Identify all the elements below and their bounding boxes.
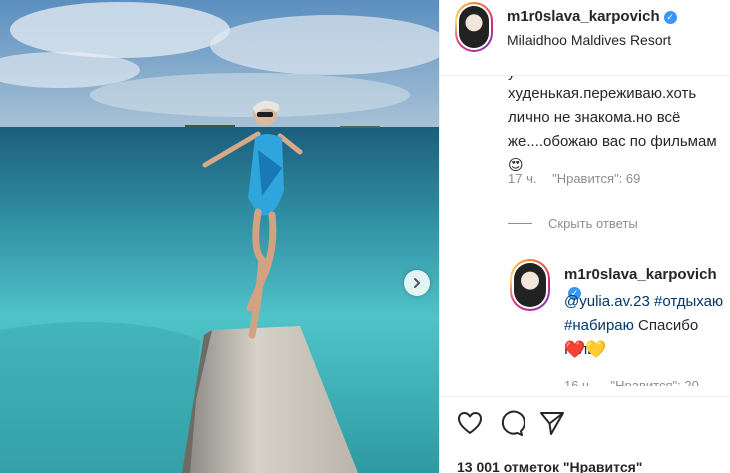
comment-meta: 17 ч. "Нравится": 69 <box>508 171 640 186</box>
hashtag-link[interactable]: #набираю <box>564 317 634 334</box>
post-photo <box>0 0 439 473</box>
like-button[interactable] <box>456 409 484 437</box>
share-icon <box>540 412 564 435</box>
heart-icon <box>458 412 482 434</box>
hashtag-link[interactable]: #отдыхаю <box>654 293 723 310</box>
next-photo-button[interactable] <box>404 270 430 296</box>
comment-likes[interactable]: "Нравится": 69 <box>552 171 640 186</box>
heart-emoji-icon: ❤️💛 <box>564 340 607 359</box>
post-header: m1r0slava_karpovich ✓ Milaidhoo Maldives … <box>440 0 730 76</box>
comments-list[interactable]: у худенькая.переживаю.хоть лично не знак… <box>440 76 730 386</box>
verified-badge-icon: ✓ <box>663 11 677 24</box>
hide-replies-label: Скрыть ответы <box>548 216 638 231</box>
beach-photo <box>0 0 439 473</box>
mention-link[interactable]: @yulia.av.23 <box>564 293 650 310</box>
comment-icon <box>501 410 526 436</box>
reply-avatar[interactable] <box>510 259 550 311</box>
share-button[interactable] <box>538 409 566 437</box>
comment-time[interactable]: 17 ч. <box>508 171 536 186</box>
likes-count[interactable]: 13 001 отметок "Нравится" <box>457 459 642 473</box>
comment-text-cropped: у <box>508 76 516 81</box>
post-actions: 13 001 отметок "Нравится" <box>440 396 730 473</box>
location-link[interactable]: Milaidhoo Maldives Resort <box>507 32 671 48</box>
reply-time[interactable]: 16 ч. <box>564 378 592 386</box>
author-avatar[interactable] <box>455 2 493 52</box>
post-sidebar: m1r0slava_karpovich ✓ Milaidhoo Maldives … <box>439 0 730 473</box>
reply-meta: 16 ч. "Нравится": 20 <box>564 378 699 386</box>
hide-replies-button[interactable]: Скрыть ответы <box>508 216 638 231</box>
divider-line <box>508 223 532 224</box>
comment-text: худенькая.переживаю.хоть лично не знаком… <box>508 85 717 174</box>
reply-likes[interactable]: "Нравится": 20 <box>611 378 699 386</box>
comment-button[interactable] <box>497 409 526 437</box>
author-username[interactable]: m1r0slava_karpovich ✓ <box>507 8 677 26</box>
chevron-right-icon <box>414 278 421 288</box>
